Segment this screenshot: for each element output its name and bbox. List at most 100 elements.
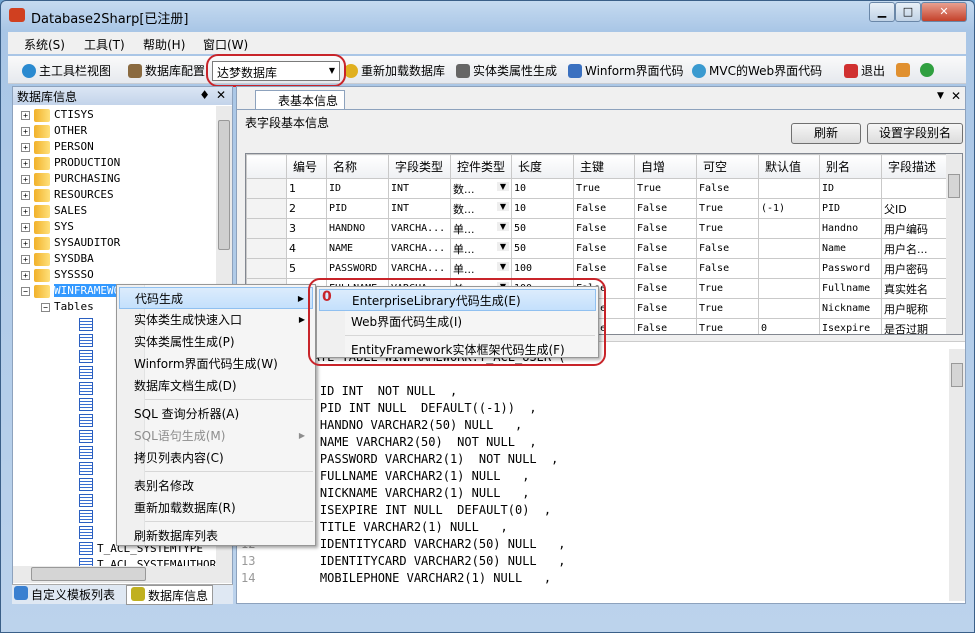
- tables-node[interactable]: − Tables: [41, 300, 94, 313]
- grid-cell[interactable]: False: [634, 238, 697, 259]
- table-icon[interactable]: [79, 430, 93, 443]
- row-header[interactable]: [246, 198, 287, 219]
- grid-cell[interactable]: False: [573, 198, 635, 219]
- table-icon[interactable]: [79, 366, 93, 379]
- column-header[interactable]: 名称: [326, 154, 389, 179]
- tree-node[interactable]: + SYSSSO: [21, 268, 94, 282]
- tree-node[interactable]: + PURCHASING: [21, 172, 120, 186]
- column-header[interactable]: 默认值: [758, 154, 820, 179]
- column-header[interactable]: 长度: [511, 154, 574, 179]
- column-header[interactable]: 字段描述: [881, 154, 947, 179]
- table-row[interactable]: 4 NAME VARCHA... 单... ▼ 50 False False False Name…: [246, 238, 947, 259]
- context-menu-item[interactable]: 重新加载数据库(R): [119, 497, 313, 519]
- chevron-down-icon[interactable]: ▼: [496, 202, 509, 211]
- grid-cell[interactable]: 用户编码: [881, 218, 947, 239]
- grid-cell[interactable]: 10: [511, 178, 574, 199]
- column-header[interactable]: 可空: [696, 154, 759, 179]
- table-icon[interactable]: [79, 382, 93, 395]
- tree-node[interactable]: + SYSDBA: [21, 252, 94, 266]
- context-menu-item[interactable]: Winform界面代码生成(W): [119, 353, 313, 375]
- table-row[interactable]: 2 PID INT 数... ▼ 10 False False True (-1) PID 父ID: [246, 198, 947, 219]
- context-menu-item[interactable]: 数据库文档生成(D): [119, 375, 313, 397]
- context-menu-item[interactable]: 表别名修改: [119, 475, 313, 497]
- grid-cell[interactable]: [758, 278, 820, 299]
- collapse-icon[interactable]: −: [41, 302, 50, 312]
- chevron-down-icon[interactable]: ▼: [496, 242, 509, 251]
- minimize-button[interactable]: ▁: [869, 2, 895, 22]
- grid-cell[interactable]: True: [696, 278, 759, 299]
- grid-cell[interactable]: False: [696, 258, 759, 279]
- grid-cell[interactable]: 用户昵称: [881, 298, 947, 319]
- grid-cell[interactable]: Fullname: [819, 278, 882, 299]
- grid-cell[interactable]: (-1): [758, 198, 820, 219]
- grid-cell[interactable]: 真实姓名: [881, 278, 947, 299]
- grid-cell[interactable]: [758, 218, 820, 239]
- mvc-code-button[interactable]: MVC的Web界面代码: [692, 62, 822, 79]
- expand-icon[interactable]: +: [21, 222, 30, 232]
- column-header[interactable]: 字段类型: [388, 154, 451, 179]
- grid-cell[interactable]: 4: [286, 238, 327, 259]
- grid-cell[interactable]: [758, 178, 820, 199]
- expand-icon[interactable]: +: [21, 142, 30, 152]
- grid-cell[interactable]: True: [696, 298, 759, 319]
- grid-cell[interactable]: True: [696, 318, 759, 334]
- table-icon[interactable]: [79, 462, 93, 475]
- tree-node[interactable]: + SYSAUDITOR: [21, 236, 120, 250]
- grid-cell[interactable]: VARCHA...: [388, 238, 451, 259]
- grid-cell[interactable]: 1: [286, 178, 327, 199]
- close-button[interactable]: ✕: [921, 2, 967, 22]
- expand-icon[interactable]: +: [21, 270, 30, 280]
- grid-cell[interactable]: 50: [511, 218, 574, 239]
- expand-icon[interactable]: +: [21, 190, 30, 200]
- grid-cell[interactable]: False: [573, 218, 635, 239]
- row-header[interactable]: [246, 258, 287, 279]
- chevron-down-icon[interactable]: ▼: [496, 182, 509, 191]
- grid-cell[interactable]: False: [634, 318, 697, 334]
- context-menu-item[interactable]: 刷新数据库列表: [119, 525, 313, 547]
- grid-cell[interactable]: True: [634, 178, 697, 199]
- grid-cell[interactable]: False: [634, 298, 697, 319]
- pin-icon[interactable]: ♦: [199, 88, 210, 102]
- grid-cell[interactable]: False: [696, 238, 759, 259]
- exit-button[interactable]: 退出: [844, 62, 885, 79]
- table-icon[interactable]: [79, 526, 93, 539]
- grid-cell[interactable]: INT: [388, 178, 451, 199]
- tree-hscrollbar[interactable]: [13, 566, 232, 583]
- grid-cell[interactable]: [881, 178, 947, 199]
- grid-cell[interactable]: False: [634, 278, 697, 299]
- table-icon[interactable]: [79, 334, 93, 347]
- table-icon[interactable]: [79, 398, 93, 411]
- refresh-button[interactable]: 刷新: [791, 123, 861, 144]
- table-icon[interactable]: [79, 542, 93, 555]
- grid-cell[interactable]: VARCHA...: [388, 258, 451, 279]
- table-icon[interactable]: [79, 494, 93, 507]
- grid-cell[interactable]: 单...▼: [450, 238, 512, 259]
- grid-cell[interactable]: ID: [819, 178, 882, 199]
- table-row[interactable]: 5 PASSWORD VARCHA... 单... ▼ 100 False False Fals…: [246, 258, 947, 279]
- column-header[interactable]: 主键: [573, 154, 635, 179]
- context-menu-item[interactable]: 代码生成 ▶: [119, 287, 313, 309]
- grid-cell[interactable]: 0: [758, 318, 820, 334]
- tab-templates[interactable]: 自定义模板列表: [14, 586, 115, 603]
- table-icon[interactable]: [79, 510, 93, 523]
- collapse-icon[interactable]: −: [21, 286, 30, 296]
- grid-cell[interactable]: True: [573, 178, 635, 199]
- tab-database-info[interactable]: 数据库信息: [126, 585, 214, 605]
- context-menu-item[interactable]: SQL 查询分析器(A): [119, 403, 313, 425]
- grid-cell[interactable]: False: [573, 238, 635, 259]
- column-header[interactable]: 控件类型: [450, 154, 512, 179]
- grid-cell[interactable]: HANDNO: [326, 218, 389, 239]
- tree-node[interactable]: + CTISYS: [21, 108, 94, 122]
- grid-cell[interactable]: Name: [819, 238, 882, 259]
- context-menu-item[interactable]: 实体类生成快速入口 ▶: [119, 309, 313, 331]
- row-header[interactable]: [246, 218, 287, 239]
- grid-cell[interactable]: PID: [326, 198, 389, 219]
- grid-cell[interactable]: 3: [286, 218, 327, 239]
- winform-code-button[interactable]: Winform界面代码: [568, 62, 684, 79]
- tree-node[interactable]: + PRODUCTION: [21, 156, 120, 170]
- table-icon[interactable]: [79, 478, 93, 491]
- row-header[interactable]: [246, 178, 287, 199]
- maximize-button[interactable]: □: [895, 2, 921, 22]
- column-header[interactable]: 别名: [819, 154, 882, 179]
- tab-table-info[interactable]: 表基本信息: [255, 90, 345, 109]
